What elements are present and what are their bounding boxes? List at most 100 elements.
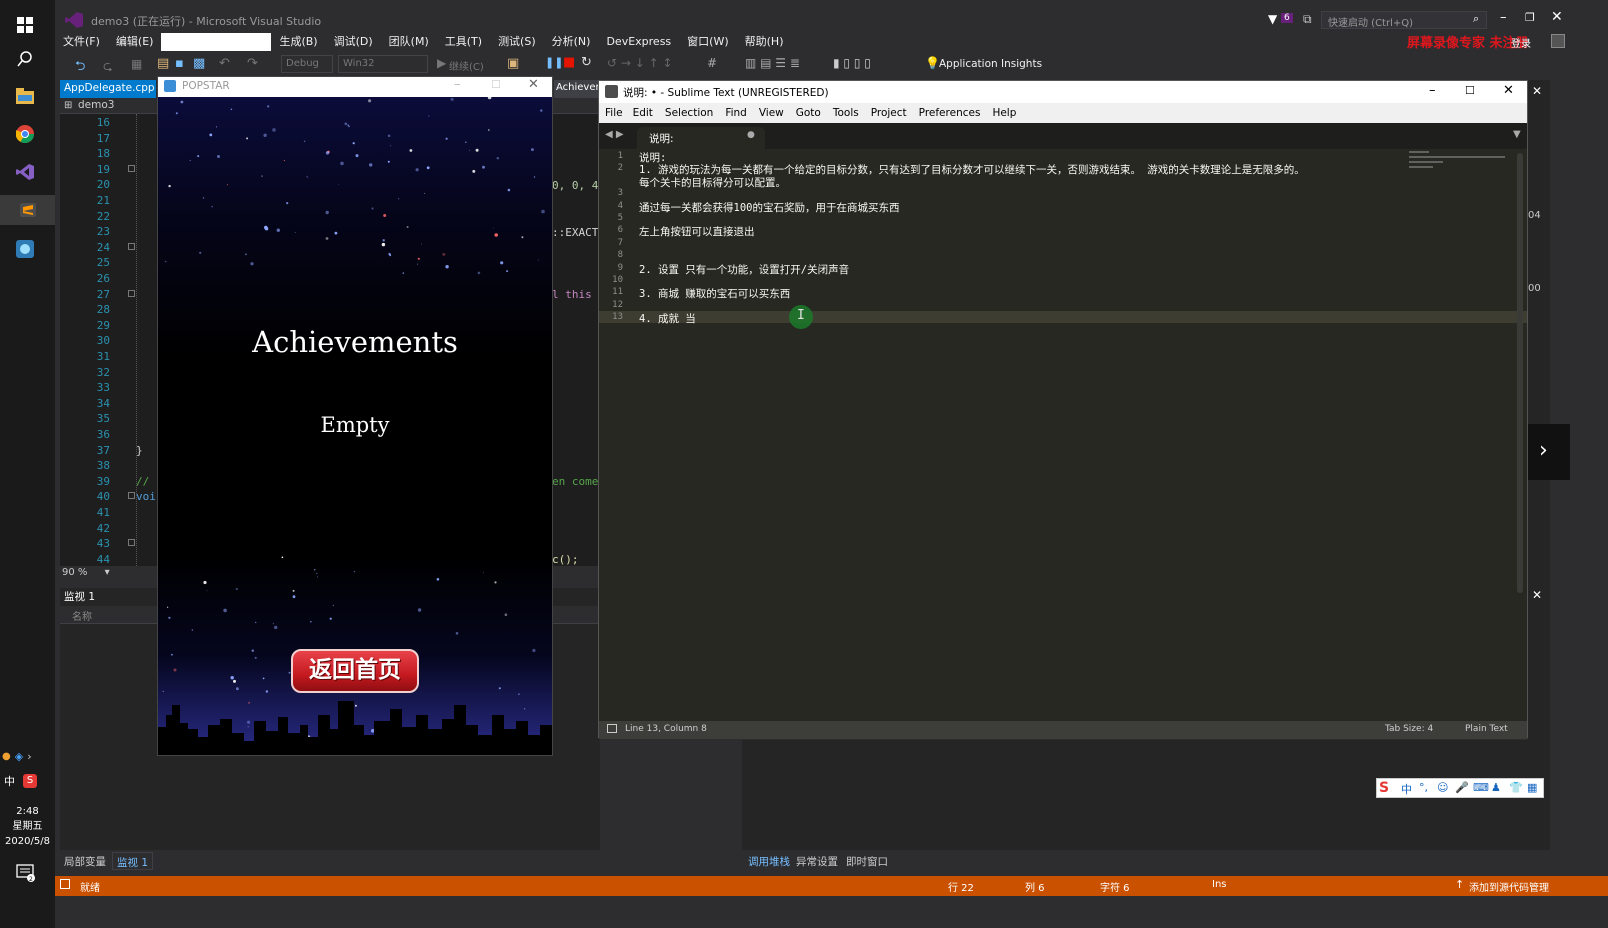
windows-start-icon[interactable] — [14, 14, 36, 36]
tab-achievements[interactable]: Achievem — [554, 80, 600, 98]
vertical-tool-tabs[interactable] — [1552, 80, 1566, 170]
clock[interactable]: 2:48 星期五 2020/5/8 — [0, 804, 55, 849]
sublime-editor[interactable]: 1 说明: 2 1. 游戏的玩法为每一关都有一个给定的目标分数，只有达到了目标分数才可… — [599, 149, 1527, 721]
save-icon[interactable]: ▪ — [175, 56, 184, 71]
filter-icon[interactable]: ▼ — [1268, 12, 1277, 26]
step-icons[interactable]: ↺ → ↓ ↑ ↕ — [607, 56, 673, 70]
configuration-select[interactable]: Debug — [281, 55, 333, 73]
emoji-icon[interactable]: ☺ — [1437, 781, 1448, 794]
bookmark-icon[interactable]: ▮ ▯ ▯ ▯ — [833, 56, 871, 70]
fold-marker-icon[interactable] — [128, 164, 135, 172]
source-control-button[interactable]: 添加到源代码管理 — [1469, 879, 1549, 894]
minimize-button[interactable]: – — [1500, 10, 1507, 25]
menu-window[interactable]: 窗口(W) — [679, 32, 736, 52]
fold-marker-icon[interactable] — [128, 539, 135, 547]
sublime-menu-goto[interactable]: Goto — [790, 103, 827, 123]
sublime-maximize-button[interactable]: ☐ — [1465, 84, 1475, 97]
skin-icon[interactable]: 👕 — [1509, 781, 1523, 794]
sogou-icon[interactable]: S — [23, 774, 37, 788]
panel-toggle-icon[interactable] — [607, 724, 617, 733]
ime-indicator[interactable]: 中 — [4, 773, 15, 789]
menu-debug[interactable]: 调试(D) — [326, 32, 381, 52]
toolbar-extra-icons[interactable]: ▥ ▤ ☰ ≣ — [745, 56, 800, 70]
file-explorer-icon[interactable] — [14, 85, 36, 107]
app-insights-icon[interactable]: 💡 — [925, 56, 940, 70]
game-canvas[interactable]: Achievements Empty 返回首页 — [158, 97, 552, 755]
microphone-icon[interactable]: 🎤 — [1455, 781, 1469, 794]
project-dropdown[interactable]: demo3 — [78, 99, 114, 111]
quick-launch-input[interactable]: 快速启动 (Ctrl+Q) — [1321, 11, 1487, 29]
avatar[interactable] — [1551, 34, 1565, 48]
menu-build[interactable]: 生成(B) — [271, 32, 325, 52]
search-icon[interactable] — [14, 48, 36, 70]
sogou-logo-icon[interactable]: S — [1379, 780, 1389, 796]
menu-analyze[interactable]: 分析(N) — [544, 32, 599, 52]
sign-in-link[interactable]: 登录 — [1511, 35, 1531, 50]
menu-edit[interactable]: 编辑(E) — [108, 32, 162, 52]
tab-watch1[interactable]: 监视 1 — [112, 852, 154, 870]
sublime-menu-selection[interactable]: Selection — [659, 103, 719, 123]
notification-icon[interactable]: 2 — [16, 864, 38, 884]
sublime-menu-help[interactable]: Help — [986, 103, 1022, 123]
back-icon[interactable]: ⮌ — [75, 57, 85, 79]
sublime-menu-file[interactable]: File — [599, 103, 627, 123]
tab-dropdown-icon[interactable]: ▼ — [1513, 129, 1521, 140]
popstar-close-button[interactable]: ✕ — [528, 77, 539, 92]
punctuation-icon[interactable]: °, — [1419, 781, 1428, 794]
shield-icon[interactable]: ◈ — [15, 750, 23, 763]
open-file-icon[interactable]: ▤ — [157, 56, 169, 71]
fold-marker-icon[interactable] — [128, 492, 135, 500]
save-all-icon[interactable]: ▩ — [193, 56, 205, 71]
tab-locals[interactable]: 局部变量 — [64, 854, 106, 869]
continue-button[interactable]: 继续(C) — [449, 58, 484, 73]
scrollbar[interactable] — [724, 740, 738, 850]
sublime-menu-view[interactable]: View — [753, 103, 790, 123]
popstar-maximize-button[interactable]: ☐ — [491, 78, 501, 91]
keyboard-icon[interactable]: ⌨ — [1473, 781, 1489, 794]
fold-marker-icon[interactable] — [128, 242, 135, 250]
menu-test[interactable]: 测试(S) — [490, 32, 544, 52]
sublime-menu-tools[interactable]: Tools — [827, 103, 865, 123]
redo-icon[interactable]: ↷ — [247, 56, 258, 71]
feedback-icon[interactable]: ⧉ — [1303, 12, 1312, 27]
tab-nav-arrows-icon[interactable]: ◀ ▶ — [605, 129, 624, 140]
panel-close-icon[interactable]: ✕ — [1532, 84, 1542, 98]
sublime-menu-project[interactable]: Project — [865, 103, 913, 123]
chrome-icon[interactable] — [14, 123, 36, 145]
menu-file[interactable]: 文件(F) — [55, 32, 108, 52]
tab-appdelegate[interactable]: AppDelegate.cpp — [60, 80, 156, 98]
popstar-minimize-button[interactable]: – — [454, 77, 461, 92]
restore-button[interactable]: ❐ — [1525, 11, 1535, 24]
sublime-minimize-button[interactable]: – — [1429, 83, 1436, 98]
restart-icon[interactable]: ↻ — [581, 55, 592, 70]
tab-exception-settings[interactable]: 异常设置 — [796, 854, 838, 869]
menu-devexpress[interactable]: DevExpress — [598, 32, 679, 52]
watch-column-name[interactable]: 名称 — [72, 608, 92, 623]
sublime-close-button[interactable]: ✕ — [1503, 83, 1514, 98]
pause-icon[interactable]: ❚❚ — [545, 56, 563, 69]
syntax-button[interactable]: Plain Text — [1465, 724, 1508, 734]
sublime-scrollbar[interactable] — [1517, 153, 1523, 593]
menu-tools[interactable]: 工具(T) — [437, 32, 490, 52]
toolbox-icon[interactable]: ▦ — [1527, 781, 1537, 794]
undo-icon[interactable]: ↶ — [219, 56, 230, 71]
sublime-menu-preferences[interactable]: Preferences — [913, 103, 987, 123]
forward-icon[interactable]: ⮎ — [103, 57, 113, 78]
new-project-icon[interactable]: ▦ — [131, 57, 142, 71]
app-insights-button[interactable]: Application Insights — [939, 58, 1042, 70]
sublime-menu-edit[interactable]: Edit — [627, 103, 659, 123]
ime-mode[interactable]: 中 — [1401, 781, 1412, 797]
quick-launch-search-icon[interactable]: ⌕ — [1473, 12, 1479, 26]
app-icon[interactable] — [14, 238, 36, 260]
sublime-icon[interactable] — [0, 195, 55, 225]
platform-select[interactable]: Win32 — [338, 55, 428, 73]
zoom-select[interactable]: 90 % ▾ — [60, 566, 160, 582]
unsaved-dot-icon[interactable]: ● — [747, 130, 755, 140]
close-button[interactable]: ✕ — [1551, 9, 1563, 25]
notification-badge[interactable]: 6 — [1281, 13, 1293, 23]
continue-icon[interactable]: ▶ — [437, 56, 446, 70]
fold-marker-icon[interactable] — [128, 289, 135, 297]
panel-close-icon-2[interactable]: ✕ — [1532, 588, 1542, 602]
attach-icon[interactable]: ▣ — [507, 56, 519, 71]
visual-studio-icon[interactable] — [14, 161, 36, 183]
